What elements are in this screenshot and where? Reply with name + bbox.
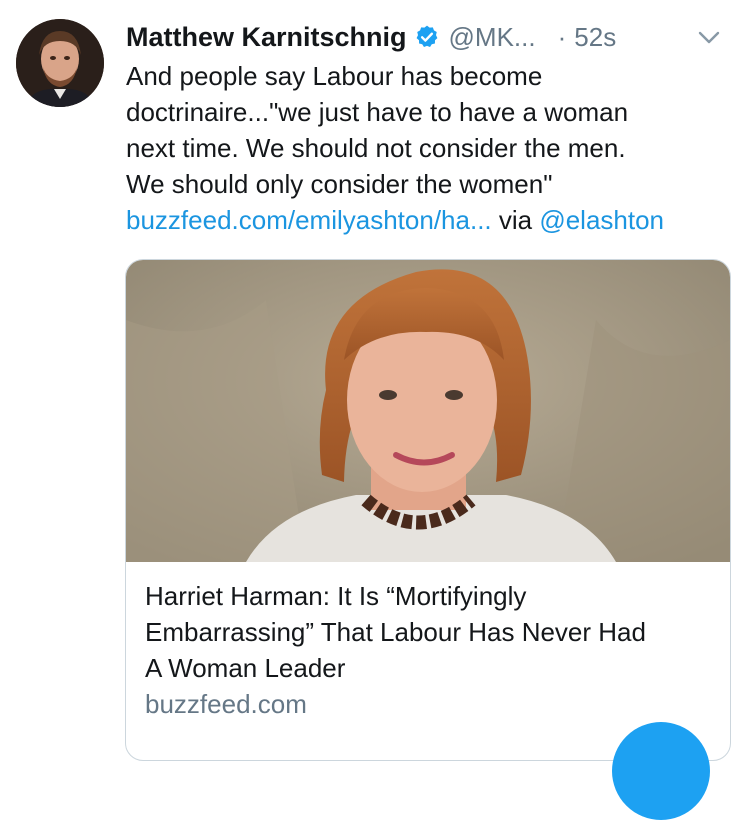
tweet-header: Matthew Karnitschnig @MK... · 52s — [126, 18, 732, 56]
link-preview-card[interactable]: Harriet Harman: It Is “Mortifyingly Emba… — [125, 259, 731, 761]
via-handle-link[interactable]: @elashton — [539, 205, 664, 235]
article-link[interactable]: buzzfeed.com/emilyashton/ha... — [126, 205, 492, 235]
chevron-down-icon[interactable] — [696, 24, 722, 50]
verified-badge-icon — [414, 24, 440, 50]
tweet-link-line: buzzfeed.com/emilyashton/ha... via @elas… — [126, 202, 736, 238]
tweet-text: And people say Labour has become doctrin… — [126, 58, 736, 238]
card-title-line: Harriet Harman: It Is “Mortifyingly — [145, 581, 527, 611]
tweet-text-line: doctrinaire..."we just have to have a wo… — [126, 97, 629, 127]
tweet-text-line: We should only consider the women" — [126, 169, 553, 199]
tweet-text-line: next time. We should not consider the me… — [126, 133, 626, 163]
author-name[interactable]: Matthew Karnitschnig — [126, 22, 407, 53]
card-image[interactable] — [126, 260, 730, 562]
card-title-line: A Woman Leader — [145, 653, 346, 683]
via-text: via — [491, 205, 540, 235]
card-body: Harriet Harman: It Is “Mortifyingly Emba… — [145, 578, 715, 722]
card-title-line: Embarrassing” That Labour Has Never Had — [145, 617, 646, 647]
timestamp[interactable]: 52s — [574, 22, 616, 53]
author-handle[interactable]: @MK... — [449, 22, 536, 53]
tweet-text-line: And people say Labour has become — [126, 61, 543, 91]
time-separator: · — [557, 21, 567, 52]
compose-fab[interactable] — [612, 722, 710, 820]
avatar[interactable] — [16, 19, 104, 107]
card-domain: buzzfeed.com — [145, 689, 307, 719]
card-title[interactable]: Harriet Harman: It Is “Mortifyingly Emba… — [145, 578, 715, 686]
